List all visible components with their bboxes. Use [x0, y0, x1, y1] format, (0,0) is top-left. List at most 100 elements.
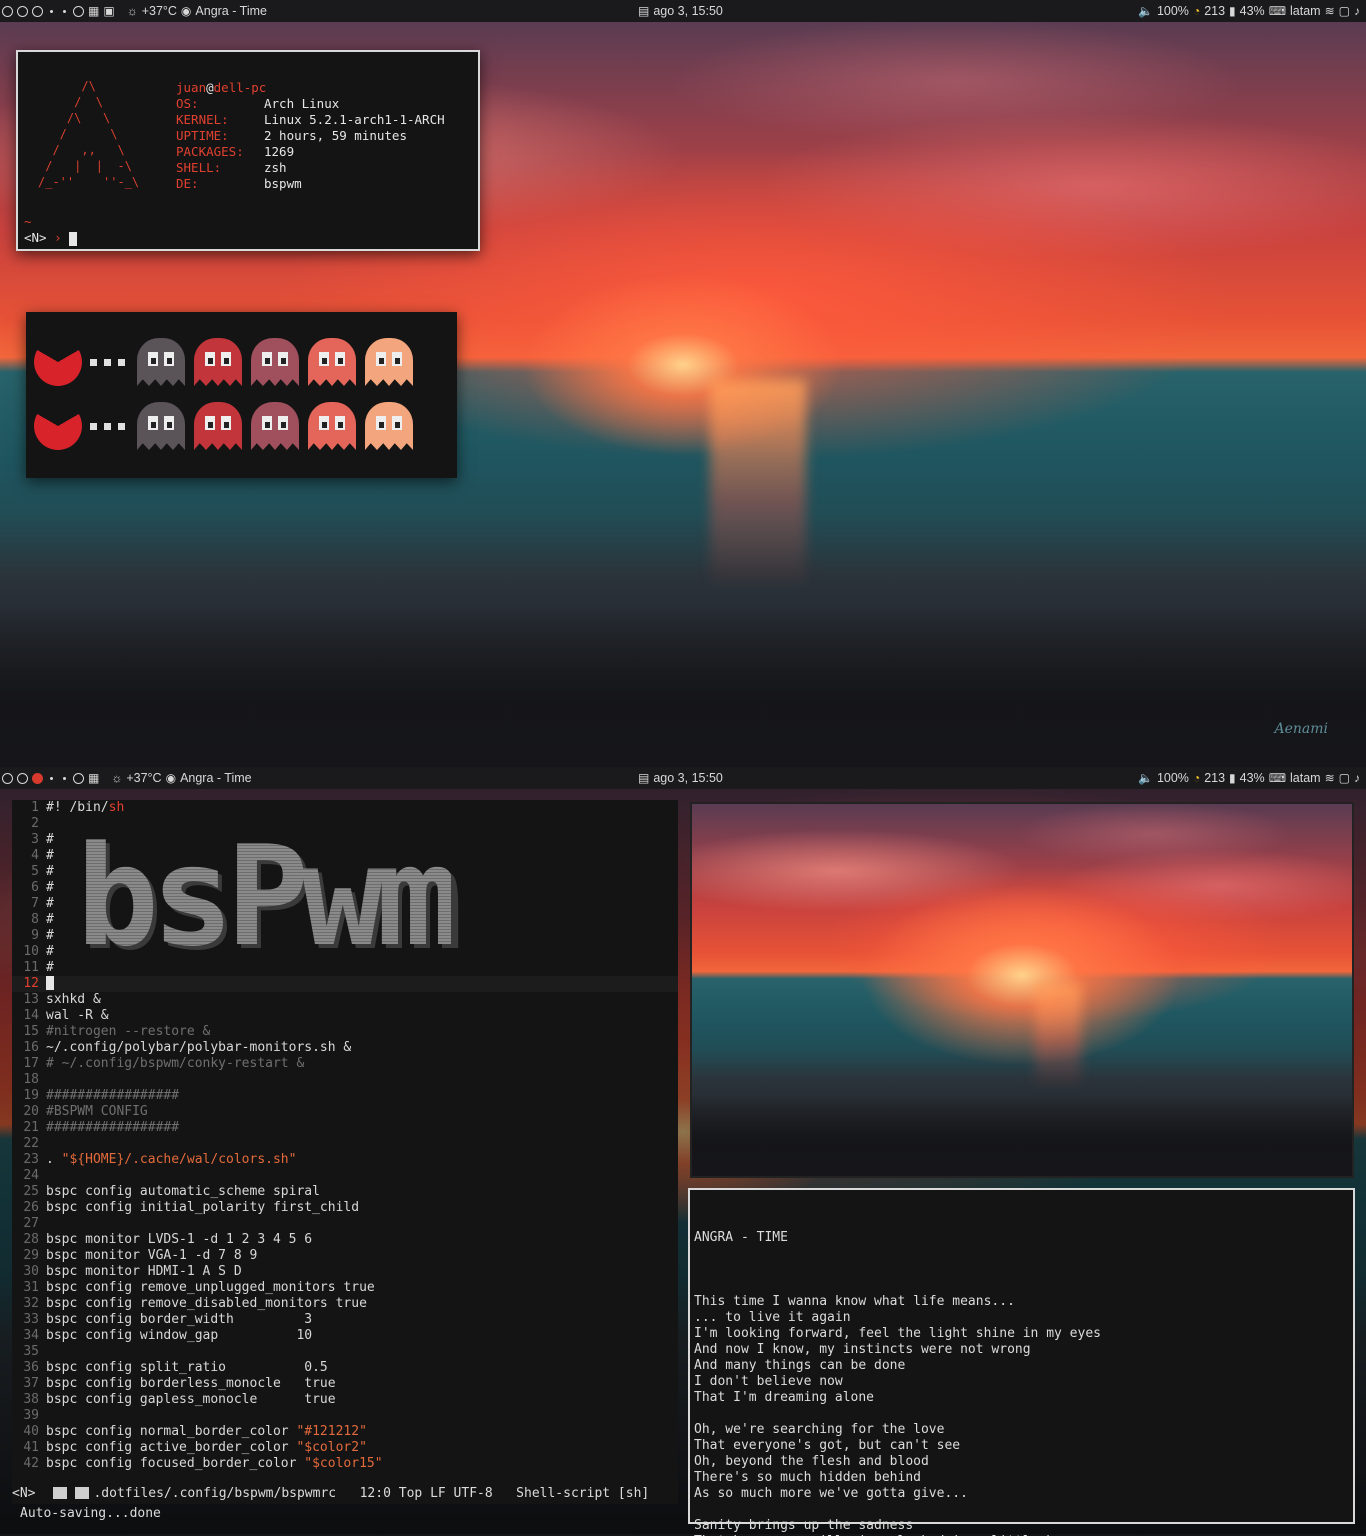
- clock[interactable]: ago 3, 15:50: [653, 771, 723, 785]
- clipboard-icon[interactable]: ▢: [1339, 772, 1350, 784]
- volume-icon[interactable]: 🔈: [1138, 5, 1153, 17]
- line-text: bspc config gapless_monocle true: [46, 1392, 336, 1407]
- editor-line[interactable]: 20 #BSPWM CONFIG: [12, 1104, 678, 1120]
- spotify-icon: ◉: [165, 771, 177, 785]
- clipboard-icon[interactable]: ▢: [1339, 5, 1350, 17]
- keyboard-layout[interactable]: latam: [1290, 4, 1321, 18]
- updates-count[interactable]: 213: [1204, 4, 1225, 18]
- ghost-icon: [194, 402, 242, 450]
- pacman-colorscheme-terminal[interactable]: [26, 312, 457, 478]
- editor-line[interactable]: 13 sxhkd &: [12, 992, 678, 1008]
- lyrics-terminal[interactable]: ANGRA - TIME This time I wanna know what…: [688, 1188, 1355, 1536]
- editor-line[interactable]: 37 bspc config borderless_monocle true: [12, 1376, 678, 1392]
- workspace-9-active[interactable]: [32, 772, 43, 784]
- line-text: #nitrogen --restore &: [46, 1024, 211, 1039]
- workspace-1[interactable]: [2, 5, 13, 17]
- editor-line[interactable]: 19 #################: [12, 1088, 678, 1104]
- line-number: 9: [31, 928, 39, 943]
- wifi-icon[interactable]: ≋: [1325, 5, 1335, 17]
- sysinfo-key: SHELL:: [176, 160, 222, 175]
- shell-prompt[interactable]: ~ <N> ›: [24, 214, 78, 246]
- workspace-6[interactable]: [73, 5, 84, 17]
- editor-line[interactable]: 26 bspc config initial_polarity first_chi…: [12, 1200, 678, 1216]
- line-text: bspc config window_gap 10: [46, 1328, 313, 1343]
- bar-right: 🔈 100% ◔ 213 ▮ 43% ⌨ latam ≋ ▢ ♪: [1138, 767, 1360, 789]
- volume-level[interactable]: 100%: [1157, 4, 1189, 18]
- editor-line[interactable]: 21 #################: [12, 1120, 678, 1136]
- ghost-icon: [308, 338, 356, 386]
- line-ending: LF: [430, 1485, 446, 1501]
- preview-reflection: [1035, 982, 1082, 1087]
- pacman-icon: [34, 402, 82, 450]
- editor-line[interactable]: 39: [12, 1408, 678, 1424]
- editor-line[interactable]: 33 bspc config border_width 3: [12, 1312, 678, 1328]
- editor-line[interactable]: 15 #nitrogen --restore &: [12, 1024, 678, 1040]
- clock[interactable]: ago 3, 15:50: [653, 4, 723, 18]
- lyric-line: That I'm dreaming alone: [694, 1390, 875, 1405]
- workspace-4[interactable]: [50, 9, 53, 13]
- editor-line[interactable]: 17 # ~/.config/bspwm/conky-restart &: [12, 1056, 678, 1072]
- ghost-icon: [365, 402, 413, 450]
- editor-line[interactable]: 32 bspc config remove_disabled_monitors t…: [12, 1296, 678, 1312]
- workspace-5[interactable]: [63, 9, 66, 13]
- lyric-line: This time I wanna know what life means..…: [694, 1294, 1015, 1309]
- notification-bell-icon[interactable]: ♪: [1354, 5, 1360, 17]
- workspace-a[interactable]: [50, 776, 53, 780]
- editor-line[interactable]: 22: [12, 1136, 678, 1152]
- workspace-d[interactable]: [73, 772, 84, 784]
- editor-line[interactable]: 30 bspc monitor HDMI-1 A S D: [12, 1264, 678, 1280]
- ghost-icon: [137, 338, 185, 386]
- editor-line[interactable]: 14 wal -R &: [12, 1008, 678, 1024]
- editor-line[interactable]: 36 bspc config split_ratio 0.5: [12, 1360, 678, 1376]
- workspace-2[interactable]: [17, 5, 28, 17]
- editor-line[interactable]: 25 bspc config automatic_scheme spiral: [12, 1184, 678, 1200]
- volume-icon[interactable]: 🔈: [1138, 772, 1153, 784]
- wifi-icon[interactable]: ≋: [1325, 772, 1335, 784]
- editor-line[interactable]: 28 bspc monitor LVDS-1 -d 1 2 3 4 5 6: [12, 1232, 678, 1248]
- sysinfo-value: bspwm: [264, 176, 302, 191]
- editor-line[interactable]: 41 bspc config active_border_color "$colo…: [12, 1440, 678, 1456]
- editor-line[interactable]: 38 bspc config gapless_monocle true: [12, 1392, 678, 1408]
- wallpaper-shore: [0, 603, 1366, 767]
- lyric-line: That everyone's got, but can't see: [694, 1438, 961, 1453]
- sysinfo-row: DE: bspwm: [176, 176, 445, 192]
- volume-level[interactable]: 100%: [1157, 771, 1189, 785]
- editor-line[interactable]: 1 #! /bin/sh: [12, 800, 678, 816]
- battery-level: 43%: [1239, 771, 1265, 785]
- line-number: 11: [23, 960, 39, 975]
- updates-count[interactable]: 213: [1204, 771, 1225, 785]
- artist-signature: Aenami: [1274, 721, 1328, 737]
- editor-line[interactable]: 31 bspc config remove_unplugged_monitors …: [12, 1280, 678, 1296]
- image-viewer-window[interactable]: [690, 802, 1354, 1178]
- lyric-line: And now I know, my instincts were not wr…: [694, 1342, 1031, 1357]
- workspace-7[interactable]: [2, 772, 13, 784]
- lyric-line: There's so much hidden behind: [694, 1470, 921, 1485]
- workspace-8[interactable]: [17, 772, 28, 784]
- editor-line[interactable]: 24: [12, 1168, 678, 1184]
- notification-bell-icon[interactable]: ♪: [1354, 772, 1360, 784]
- editor-line[interactable]: 23 . "${HOME}/.cache/wal/colors.sh": [12, 1152, 678, 1168]
- lyrics-text: This time I wanna know what life means..…: [694, 1278, 1349, 1536]
- editor-line[interactable]: 42 bspc config focused_border_color "$col…: [12, 1456, 678, 1472]
- line-number: 1: [31, 800, 39, 815]
- sysinfo-row: PACKAGES: 1269: [176, 144, 445, 160]
- editor-line[interactable]: 29 bspc monitor VGA-1 -d 7 8 9: [12, 1248, 678, 1264]
- vim-cmdline: Auto-saving...done: [20, 1506, 161, 1521]
- workspace-3[interactable]: [32, 5, 43, 17]
- editor-line[interactable]: 18: [12, 1072, 678, 1088]
- editor-line[interactable]: 35: [12, 1344, 678, 1360]
- now-playing[interactable]: Angra - Time: [195, 4, 267, 18]
- neofetch-terminal[interactable]: /\ / \ /\ \ / \ / ,, \ / | | -\ /_-'' ''…: [16, 50, 480, 251]
- editor-line[interactable]: 40 bspc config normal_border_color "#1212…: [12, 1424, 678, 1440]
- line-number: 38: [23, 1392, 39, 1407]
- editor-line[interactable]: 27: [12, 1216, 678, 1232]
- keyboard-layout[interactable]: latam: [1290, 771, 1321, 785]
- sysinfo-value: Arch Linux: [264, 96, 340, 111]
- workspace-s[interactable]: [63, 776, 66, 780]
- now-playing[interactable]: Angra - Time: [180, 771, 252, 785]
- vi-mode-indicator: <N>: [24, 230, 47, 245]
- line-text: #################: [46, 1120, 180, 1135]
- editor-line[interactable]: 34 bspc config window_gap 10: [12, 1328, 678, 1344]
- sysinfo-row: SHELL: zsh: [176, 160, 445, 176]
- editor-line[interactable]: 16 ~/.config/polybar/polybar-monitors.sh …: [12, 1040, 678, 1056]
